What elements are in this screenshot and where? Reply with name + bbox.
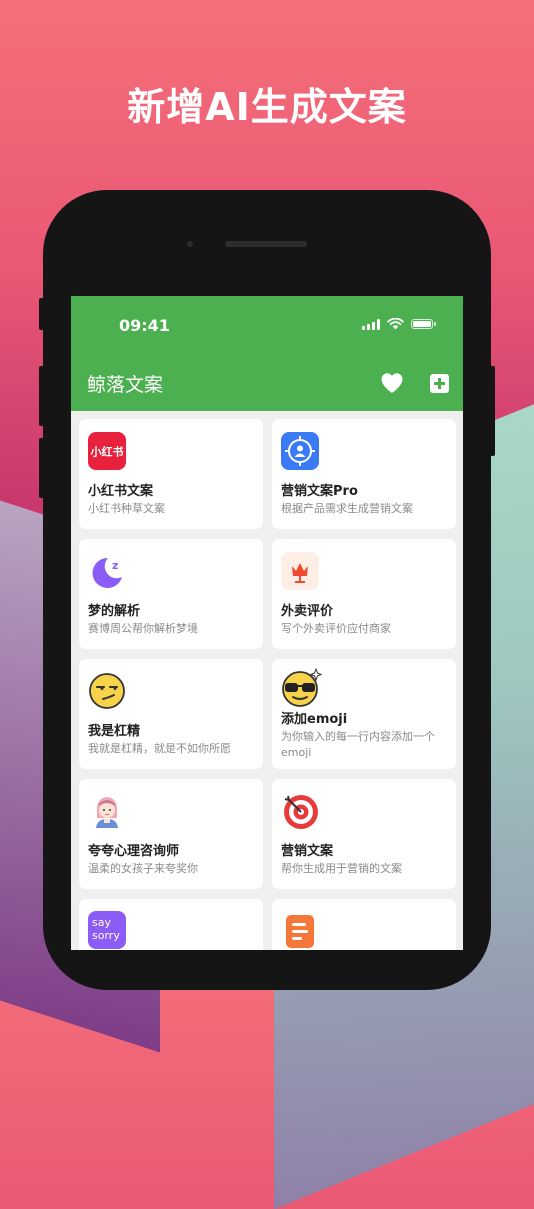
document-icon [286,915,314,948]
phone-volume-up [39,366,44,426]
card-contrarian[interactable]: 我是杠精 我就是杠精，就是不如你所愿 [79,659,263,769]
phone-speaker [225,241,307,247]
sunglasses-emoji-icon [282,667,323,707]
card-takeout-review[interactable]: 外卖评价 写个外卖评价应付商家 [272,539,456,649]
target-user-icon [281,432,319,470]
card-say-sorry[interactable]: say sorry [79,899,263,950]
card-description: 小红书种草文案 [88,502,165,515]
promo-headline: 新增AI生成文案 [127,85,407,129]
card-title: 添加emoji [281,712,348,727]
card-add-emoji[interactable]: 添加emoji 为你输入的每一行内容添加一个emoji [272,659,456,769]
dart-target-icon [284,795,318,829]
card-xiaohongshu[interactable]: 小红书 小红书文案 小红书种草文案 [79,419,263,529]
status-time: 09:41 [119,316,170,335]
card-dream-analysis[interactable]: z 梦的解析 赛博周公帮你解析梦境 [79,539,263,649]
card-title: 外卖评价 [281,604,334,619]
moon-sleep-icon: z [92,557,122,588]
card-description: 帮你生成用于营销的文案 [281,862,402,875]
card-title: 梦的解析 [88,604,141,619]
phone-screen: 09:41 鲸落文案 小红书 小红书文案 小红书种草文案 营销文案Pro 根据产… [71,296,463,950]
say-sorry-icon: say sorry [88,911,126,949]
template-grid: 小红书 小红书文案 小红书种草文案 营销文案Pro 根据产品需求生成营销文案 z… [79,419,456,950]
front-camera [187,241,193,247]
flower-icon [281,552,319,590]
status-icons [362,318,436,330]
app-title: 鲸落文案 [87,374,164,396]
favorites-heart-icon[interactable] [380,372,404,394]
svg-text:z: z [112,559,118,572]
card-praise-counselor[interactable]: 夸夸心理咨询师 温柔的女孩子来夸奖你 [79,779,263,889]
card-marketing-pro[interactable]: 营销文案Pro 根据产品需求生成营销文案 [272,419,456,529]
phone-mute-switch [39,298,44,330]
smirk-emoji-icon [89,673,125,709]
card-description: 为你输入的每一行内容添加一个emoji [281,730,435,759]
phone-power-button [490,366,495,456]
add-template-button[interactable] [430,374,449,393]
phone-volume-down [39,438,44,498]
card-title: 夸夸心理咨询师 [88,844,180,859]
card-title: 我是杠精 [88,724,141,739]
card-description: 温柔的女孩子来夸奖你 [88,862,198,875]
battery-icon [411,319,436,329]
signal-icon [362,318,380,330]
card-document[interactable] [272,899,456,950]
card-marketing-copy[interactable]: 营销文案 帮你生成用于营销的文案 [272,779,456,889]
card-title: 营销文案 [281,844,334,859]
card-title: 小红书文案 [88,484,154,499]
xiaohongshu-logo-icon: 小红书 [88,432,126,470]
girl-avatar-icon [96,797,118,828]
wifi-icon [387,318,404,330]
card-title: 营销文案Pro [281,484,358,499]
app-bar: 09:41 鲸落文案 [71,296,463,411]
xiaohongshu-logo-text: 小红书 [90,445,124,459]
card-description: 我就是杠精，就是不如你所愿 [88,742,231,755]
card-description: 赛博周公帮你解析梦境 [88,622,198,635]
card-description: 根据产品需求生成营销文案 [281,502,413,515]
card-description: 写个外卖评价应付商家 [281,622,391,635]
